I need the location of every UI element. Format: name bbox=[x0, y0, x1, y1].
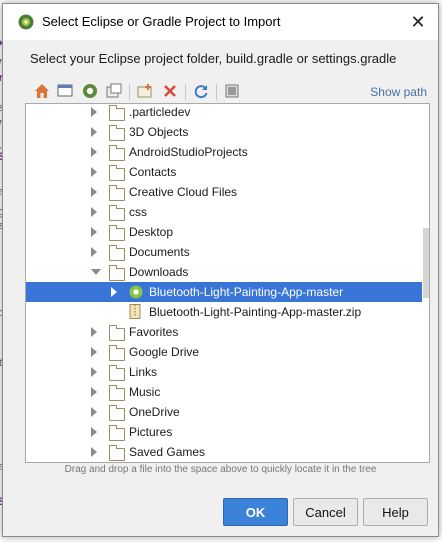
show-path-link[interactable]: Show path bbox=[370, 85, 427, 99]
expand-right-icon[interactable] bbox=[91, 387, 97, 397]
tree-folder-item[interactable]: Google Drive bbox=[26, 342, 422, 362]
tree-item-label: Documents bbox=[129, 245, 190, 259]
tree-child-item[interactable]: Bluetooth-Light-Painting-App-master bbox=[26, 282, 422, 302]
folder-icon bbox=[109, 325, 125, 341]
folder-icon bbox=[109, 425, 125, 441]
tree-child-item[interactable]: Bluetooth-Light-Painting-App-master.zip bbox=[26, 302, 422, 322]
title-bar: Select Eclipse or Gradle Project to Impo… bbox=[3, 4, 438, 40]
tree-folder-item[interactable]: css bbox=[26, 202, 422, 222]
tree-folder-item[interactable]: Saved Games bbox=[26, 442, 422, 462]
tree-item-label: Bluetooth-Light-Painting-App-master.zip bbox=[149, 305, 362, 319]
toolbar-separator bbox=[185, 84, 186, 100]
tree-folder-item[interactable]: Desktop bbox=[26, 222, 422, 242]
folder-icon bbox=[109, 445, 125, 461]
tree-item-label: Creative Cloud Files bbox=[129, 185, 238, 199]
folder-icon bbox=[109, 345, 125, 361]
toolbar-separator bbox=[216, 84, 217, 100]
android-studio-icon bbox=[18, 14, 34, 30]
tree-folder-item[interactable]: Creative Cloud Files bbox=[26, 182, 422, 202]
expand-right-icon[interactable] bbox=[91, 147, 97, 157]
expand-right-icon[interactable] bbox=[111, 287, 117, 297]
folder-icon bbox=[109, 245, 125, 261]
desktop-icon[interactable] bbox=[55, 81, 75, 101]
tree-folder-item[interactable]: Downloads bbox=[26, 262, 422, 282]
folder-icon bbox=[109, 125, 125, 141]
folder-icon bbox=[109, 165, 125, 181]
tree-item-label: css bbox=[129, 205, 147, 219]
tree-folder-item[interactable]: OneDrive bbox=[26, 402, 422, 422]
expand-right-icon[interactable] bbox=[91, 167, 97, 177]
tree-folder-item[interactable]: 3D Objects bbox=[26, 122, 422, 142]
file-toolbar: Show path bbox=[28, 81, 430, 105]
folder-icon bbox=[109, 205, 125, 221]
drag-drop-hint: Drag and drop a file into the space abov… bbox=[64, 464, 377, 475]
tree-scrollbar[interactable] bbox=[422, 104, 429, 462]
import-project-dialog: Select Eclipse or Gradle Project to Impo… bbox=[2, 3, 439, 537]
tree-item-label: Links bbox=[129, 365, 158, 379]
close-button[interactable]: ✕ bbox=[406, 11, 430, 33]
delete-icon[interactable] bbox=[160, 81, 180, 101]
help-button[interactable]: Help bbox=[363, 498, 428, 526]
home-icon[interactable] bbox=[32, 81, 52, 101]
expand-right-icon[interactable] bbox=[91, 247, 97, 257]
dialog-title: Select Eclipse or Gradle Project to Impo… bbox=[42, 14, 281, 29]
tree-item-label: Pictures bbox=[129, 425, 173, 439]
folder-icon bbox=[109, 385, 125, 401]
folder-icon bbox=[109, 225, 125, 241]
expand-right-icon[interactable] bbox=[91, 327, 97, 337]
tree-folder-item[interactable]: Music bbox=[26, 382, 422, 402]
folder-icon bbox=[109, 145, 125, 161]
tree-folder-item[interactable]: Pictures bbox=[26, 422, 422, 442]
tree-item-label: Saved Games bbox=[129, 445, 206, 459]
toggle-hidden-icon[interactable] bbox=[222, 81, 242, 101]
expand-right-icon[interactable] bbox=[91, 227, 97, 237]
refresh-icon[interactable] bbox=[191, 81, 211, 101]
expand-right-icon[interactable] bbox=[91, 187, 97, 197]
tree-folder-item[interactable]: Documents bbox=[26, 242, 422, 262]
tree-folder-item[interactable]: AndroidStudioProjects bbox=[26, 142, 422, 162]
file-tree[interactable]: .particledev 3D Objects AndroidStudioProje… bbox=[25, 103, 430, 463]
expand-right-icon[interactable] bbox=[91, 127, 97, 137]
folder-icon bbox=[109, 185, 125, 201]
instruction-text: Select your Eclipse project folder, buil… bbox=[30, 51, 397, 66]
tree-folder-item[interactable]: Links bbox=[26, 362, 422, 382]
tree-item-label: 3D Objects bbox=[129, 125, 189, 139]
tree-item-label: Contacts bbox=[129, 165, 177, 179]
expand-right-icon[interactable] bbox=[91, 447, 97, 457]
tree-item-label: Music bbox=[129, 385, 161, 399]
tree-folder-item[interactable]: Contacts bbox=[26, 162, 422, 182]
tree-item-label: Desktop bbox=[129, 225, 174, 239]
expand-right-icon[interactable] bbox=[91, 407, 97, 417]
new-folder-icon[interactable] bbox=[135, 81, 155, 101]
tree-item-label: .particledev bbox=[129, 105, 191, 119]
expand-right-icon[interactable] bbox=[91, 367, 97, 377]
expand-right-icon[interactable] bbox=[91, 107, 97, 117]
ok-button[interactable]: OK bbox=[223, 498, 288, 526]
module-icon[interactable] bbox=[104, 81, 124, 101]
tree-item-label: OneDrive bbox=[129, 405, 180, 419]
folder-icon bbox=[109, 105, 125, 121]
tree-folder-item[interactable]: Favorites bbox=[26, 322, 422, 342]
tree-item-label: Downloads bbox=[129, 265, 189, 279]
expand-right-icon[interactable] bbox=[91, 207, 97, 217]
folder-icon bbox=[109, 405, 125, 421]
expand-right-icon[interactable] bbox=[91, 347, 97, 357]
tree-item-label: AndroidStudioProjects bbox=[129, 145, 248, 159]
android-project-icon bbox=[129, 285, 143, 299]
folder-icon bbox=[109, 265, 125, 281]
tree-item-label: Google Drive bbox=[129, 345, 200, 359]
project-icon[interactable] bbox=[80, 81, 100, 101]
zip-file-icon bbox=[129, 304, 141, 319]
cancel-button[interactable]: Cancel bbox=[293, 498, 358, 526]
tree-item-label: Bluetooth-Light-Painting-App-master bbox=[149, 285, 344, 299]
expand-down-icon[interactable] bbox=[91, 269, 101, 275]
tree-item-label: Favorites bbox=[129, 325, 179, 339]
toolbar-separator bbox=[129, 84, 130, 100]
tree-folder-item[interactable]: .particledev bbox=[26, 104, 422, 122]
scrollbar-thumb[interactable] bbox=[423, 228, 429, 298]
folder-icon bbox=[109, 365, 125, 381]
expand-right-icon[interactable] bbox=[91, 427, 97, 437]
